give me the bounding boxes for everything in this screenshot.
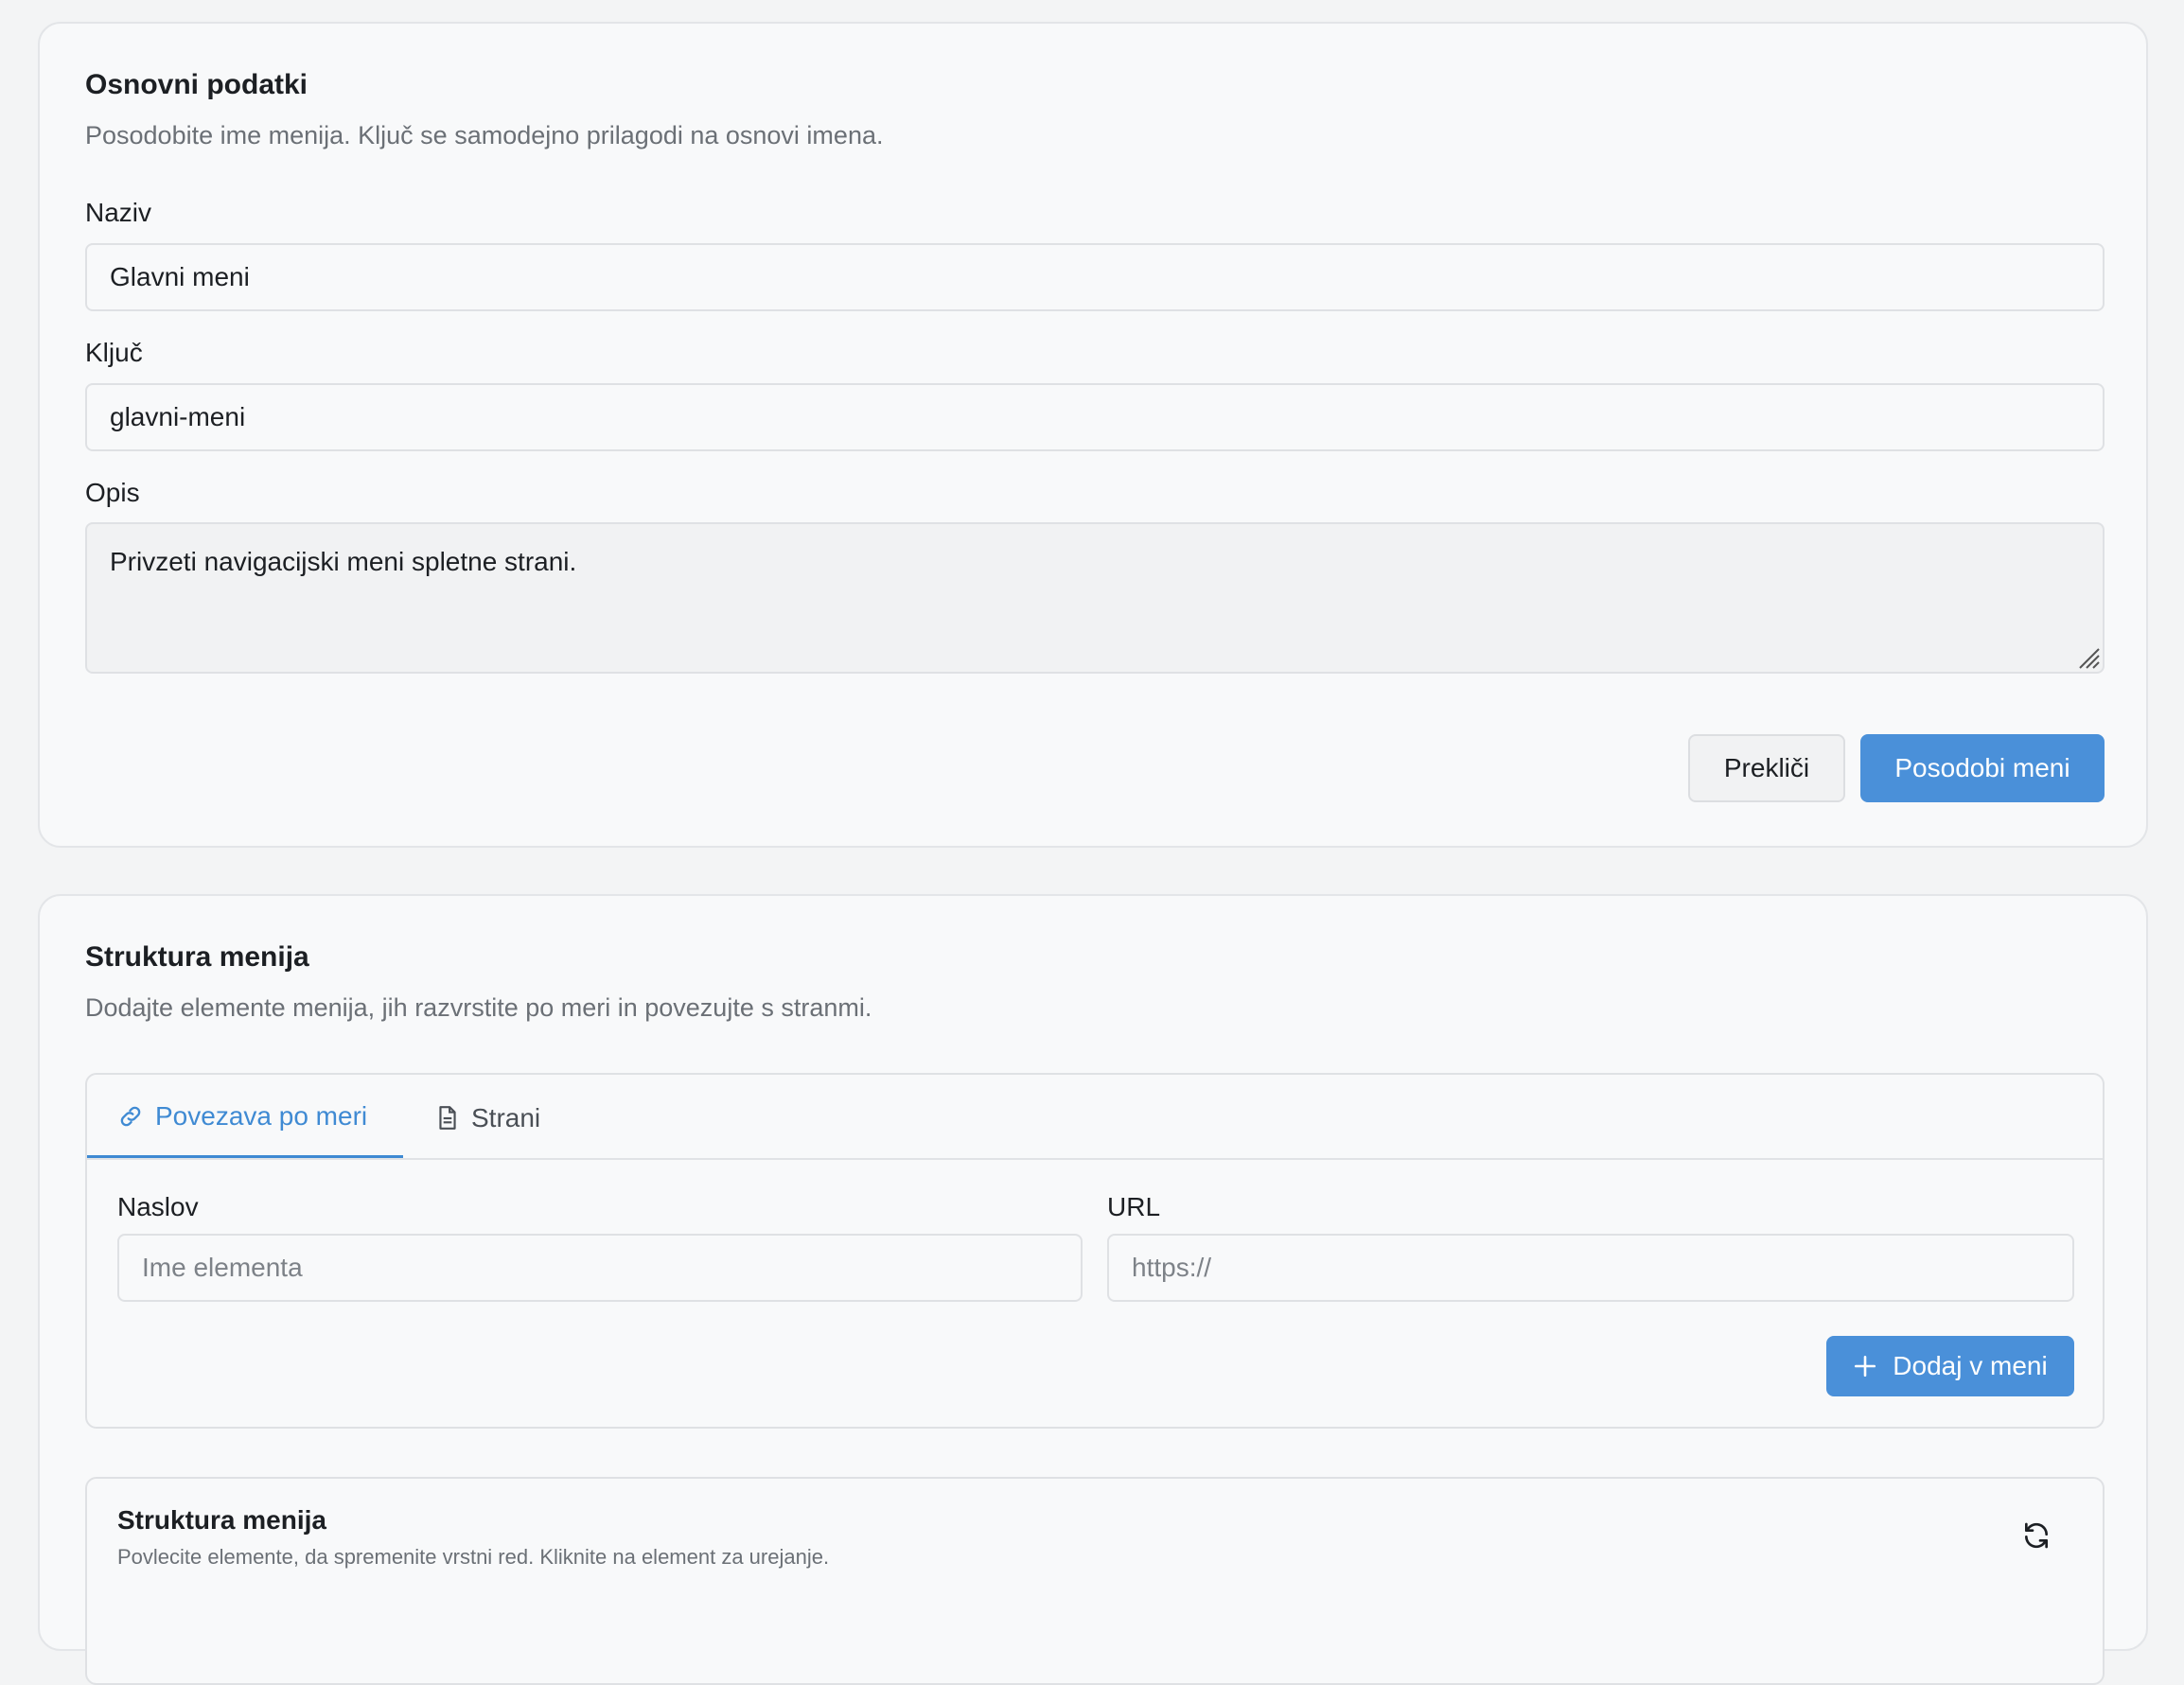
update-menu-button[interactable]: Posodobi meni <box>1860 734 2105 802</box>
description-textarea[interactable]: Privzeti navigacijski meni spletne stran… <box>85 522 2105 674</box>
tab-pages[interactable]: Strani <box>435 1099 540 1137</box>
item-title-input[interactable]: Ime elementa <box>117 1234 1083 1302</box>
menu-tree-title: Struktura menija <box>117 1505 326 1535</box>
add-item-panel: Povezava po meri Strani Naslov Ime eleme… <box>85 1073 2105 1429</box>
menu-tree-subtitle: Povlecite elemente, da spremenite vrstni… <box>117 1545 830 1569</box>
basic-info-subtitle: Posodobite ime menija. Ključ se samodejn… <box>85 121 884 149</box>
tab-custom-link[interactable]: Povezava po meri <box>117 1097 367 1135</box>
url-label: URL <box>1107 1192 1161 1221</box>
add-to-menu-button[interactable]: Dodaj v meni <box>1826 1336 2074 1396</box>
structure-subtitle: Dodajte elemente menija, jih razvrstite … <box>85 993 872 1022</box>
key-input[interactable]: glavni-meni <box>85 383 2105 451</box>
key-input-value: glavni-meni <box>110 402 246 431</box>
structure-title: Struktura menija <box>85 941 309 973</box>
tab-pages-label: Strani <box>471 1103 541 1132</box>
link-icon <box>120 1106 141 1127</box>
refresh-icon <box>2025 1522 2048 1549</box>
name-input-value: Glavni meni <box>110 262 250 291</box>
description-value: Privzeti navigacijski meni spletne stran… <box>110 547 577 576</box>
tab-custom-link-label: Povezava po meri <box>155 1101 368 1131</box>
url-input[interactable]: https:// <box>1107 1234 2074 1302</box>
plus-icon <box>1855 1355 1876 1378</box>
tab-divider <box>87 1158 2103 1160</box>
resize-handle-icon[interactable] <box>2076 645 2101 670</box>
menu-structure-card: Struktura menija Dodajte elemente menija… <box>38 894 2148 1685</box>
name-label: Naziv <box>85 198 152 227</box>
add-to-menu-label: Dodaj v meni <box>1893 1351 2048 1380</box>
key-label: Ključ <box>85 338 143 367</box>
description-label: Opis <box>85 478 140 507</box>
item-title-placeholder: Ime elementa <box>142 1253 303 1282</box>
refresh-button[interactable] <box>2017 1517 2055 1554</box>
url-placeholder: https:// <box>1132 1253 1212 1282</box>
basic-info-card: Osnovni podatki Posodobite ime menija. K… <box>38 22 2148 848</box>
name-input[interactable]: Glavni meni <box>85 243 2105 311</box>
item-title-label: Naslov <box>117 1192 199 1221</box>
document-icon <box>439 1106 456 1130</box>
cancel-button[interactable]: Prekliči <box>1688 734 1845 802</box>
basic-info-title: Osnovni podatki <box>85 69 308 100</box>
menu-tree-panel: Struktura menija Povlecite elemente, da … <box>85 1477 2105 1685</box>
